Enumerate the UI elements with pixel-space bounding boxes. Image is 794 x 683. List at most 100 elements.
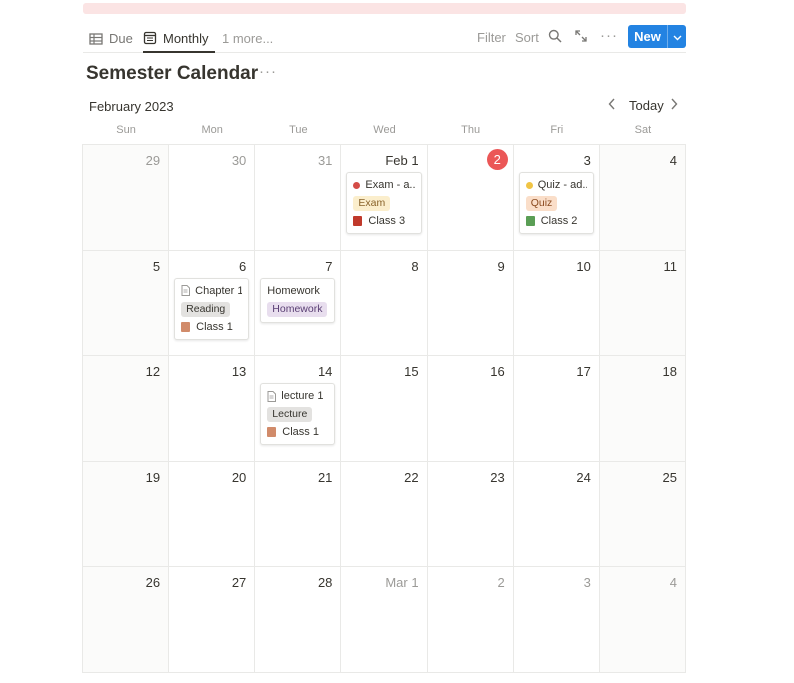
today-badge: 2 [486,149,508,170]
day-number: 9 [497,258,505,274]
calendar-day-cell[interactable]: 26 [83,567,170,673]
new-button-label: New [634,29,661,44]
calendar-day-cell[interactable]: 17 [513,356,600,462]
status-dot-icon [525,181,533,189]
tab-monthly-label: Monthly [163,30,209,46]
day-number: 13 [231,364,247,380]
status-dot-icon [353,181,361,189]
tab-monthly[interactable]: Monthly [143,25,215,53]
day-number: 19 [145,469,161,485]
calendar-day-cell[interactable]: 15 [341,356,428,462]
document-icon [267,390,277,402]
calendar-day-cell[interactable]: 13 [169,356,256,462]
calendar-day-cell[interactable]: 5 [83,250,170,357]
title-more-icon[interactable]: ··· [259,63,277,80]
more-options-icon[interactable]: ··· [600,27,618,44]
calendar-day-cell[interactable]: 4 [599,567,686,673]
calendar-day-cell[interactable]: 12 [83,356,170,462]
event-card[interactable]: Quiz - ad... Quiz Class 2 [518,172,594,234]
chevron-left-icon [608,98,615,110]
day-number: 30 [231,153,247,168]
event-type-tag: Lecture [267,407,313,423]
calendar-day-cell[interactable]: 7 Homework Homework [255,250,342,357]
calendar-day-cell[interactable]: 3 Quiz - ad... Quiz Class 2 [513,145,600,251]
calendar-day-cell[interactable]: 2 [427,145,514,251]
tab-due-label: Due [109,31,133,46]
day-number: 4 [669,575,677,591]
calendar-day-cell[interactable]: 8 [341,250,428,357]
day-number: Mar 1 [385,575,419,591]
calendar-day-cell[interactable]: 21 [255,461,342,568]
expand-button[interactable] [574,29,588,46]
event-title: Quiz - ad... [525,177,587,193]
day-number: 29 [145,153,161,168]
event-type-tag: Quiz [525,196,558,211]
event-title: Homework [267,283,328,299]
filter-button[interactable]: Filter [477,30,506,45]
calendar-day-cell[interactable]: 16 [427,356,514,462]
event-class-property: Class 3 [353,214,414,228]
new-button[interactable]: New [628,25,686,48]
day-number: 25 [662,469,677,485]
book-icon [525,216,535,226]
calendar-day-cell[interactable]: 25 [599,461,686,568]
event-card[interactable]: Chapter 1... Reading Class 1 [174,277,250,340]
next-month-button[interactable] [670,98,678,113]
event-card[interactable]: Exam - a... Exam Class 3 [346,172,422,234]
calendar-day-cell[interactable]: 29 [83,145,170,251]
day-number: 10 [576,258,591,274]
calendar-day-cell[interactable]: 14 lecture 1 Lecture Class 1 [255,356,342,462]
calendar-day-cell[interactable]: 3 [513,567,600,673]
calendar-day-cell[interactable]: 6 Chapter 1... Reading Class 1 [169,250,256,357]
search-icon [548,29,562,43]
calendar-day-cell[interactable]: 22 [341,461,428,568]
month-label: February 2023 [89,99,174,114]
calendar-day-cell[interactable]: 18 [599,356,686,462]
event-tag-row: Reading [181,299,242,317]
expand-icon [575,30,587,42]
search-button[interactable] [548,29,562,46]
day-number: 21 [317,469,333,485]
event-tag-row: Exam [353,193,414,211]
calendar-day-cell[interactable]: Feb 1 Exam - a... Exam Class 3 [341,145,428,251]
day-number: 14 [317,364,333,380]
calendar-day-cell[interactable]: 20 [169,461,256,568]
calendar-day-cell[interactable]: 19 [83,461,170,568]
tab-due[interactable]: Due [89,25,133,52]
tab-more-views[interactable]: 1 more... [222,25,273,52]
event-class-label: Class 1 [282,426,319,439]
event-title-text: Chapter 1... [195,284,243,297]
calendar-day-cell[interactable]: 24 [513,461,600,568]
tab-more-label: 1 more... [222,31,274,46]
event-class-property: Class 1 [267,425,328,439]
chevron-down-icon[interactable] [668,29,686,44]
event-card[interactable]: lecture 1 Lecture Class 1 [260,383,336,446]
today-button[interactable]: Today [629,98,664,113]
day-number: 15 [404,364,419,380]
calendar-day-cell[interactable]: 2 [427,567,514,673]
weekday-label: Mon [201,124,223,136]
event-title: Exam - a... [353,177,415,193]
calendar-day-cell[interactable]: 31 [255,145,342,251]
calendar-day-cell[interactable]: 30 [169,145,256,251]
day-number: 24 [576,469,591,485]
day-number: Feb 1 [385,153,419,168]
calendar-day-cell[interactable]: 10 [513,250,600,357]
calendar-day-cell[interactable]: 11 [599,250,686,357]
book-icon [353,216,363,226]
table-icon [89,32,103,45]
event-type-tag: Homework [267,301,328,317]
calendar-day-cell[interactable]: Mar 1 [341,567,428,673]
calendar-day-cell[interactable]: 23 [427,461,514,568]
calendar-day-cell[interactable]: 28 [255,567,342,673]
event-class-label: Class 2 [540,215,578,227]
sort-button[interactable]: Sort [515,30,539,45]
calendar-day-cell[interactable]: 27 [169,567,256,673]
event-class-label: Class 1 [196,320,233,333]
weekday-label: Thu [461,124,481,136]
day-number: 11 [663,258,678,274]
calendar-day-cell[interactable]: 4 [599,145,686,251]
event-card[interactable]: Homework Homework [260,277,336,323]
calendar-day-cell[interactable]: 9 [427,250,514,357]
prev-month-button[interactable] [608,98,616,113]
